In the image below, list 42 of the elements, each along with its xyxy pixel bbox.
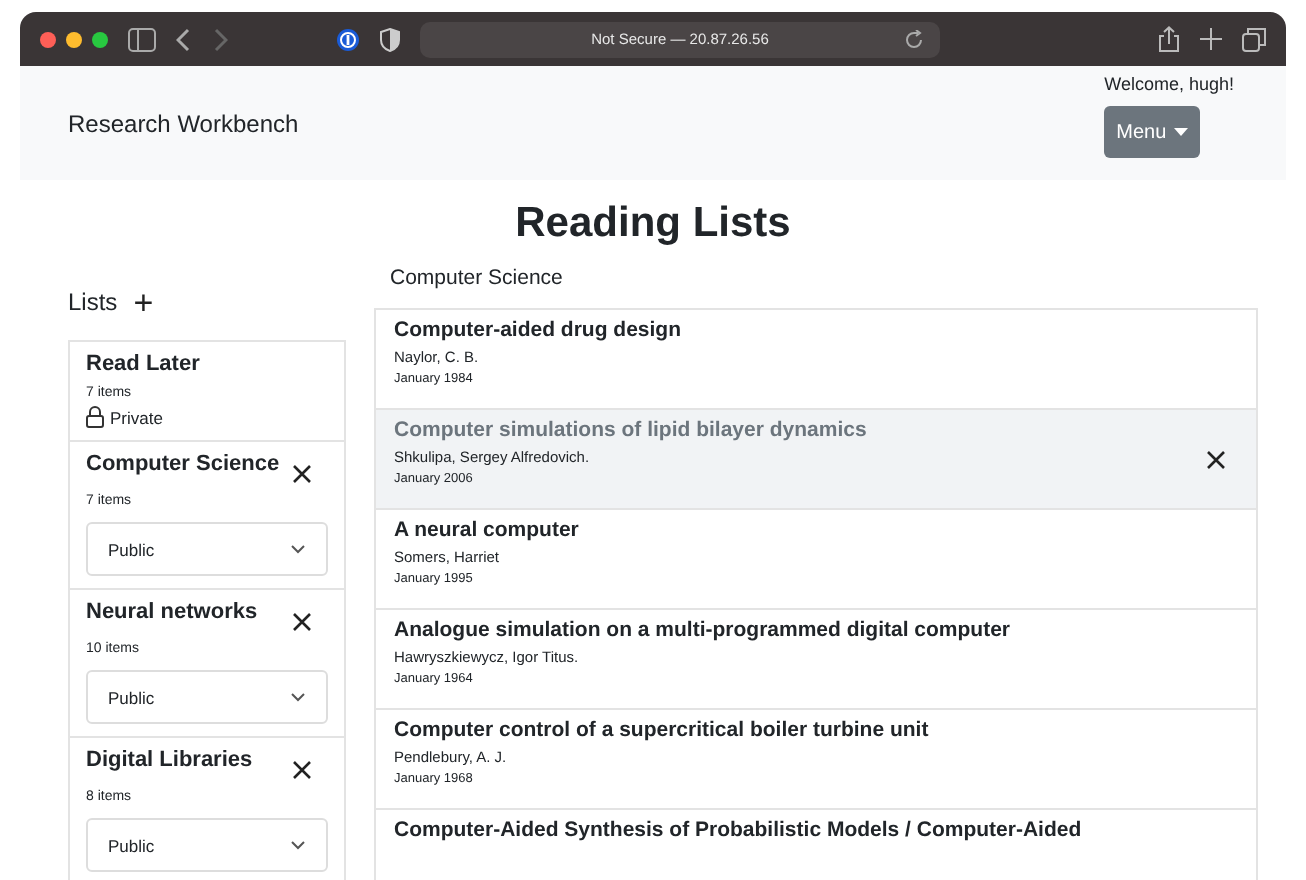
maximize-window-icon[interactable] bbox=[92, 31, 108, 47]
visibility-label: Private bbox=[110, 407, 163, 427]
item-title: Analogue simulation on a multi-programmed digital computer bbox=[394, 618, 1011, 642]
brand-link[interactable]: Research Workbench bbox=[68, 109, 299, 137]
visibility-select[interactable]: Public bbox=[86, 818, 328, 872]
reading-item[interactable]: Computer-Aided Synthesis of Probabilistic Models / Computer-Aided bbox=[376, 810, 1256, 880]
welcome-text: Welcome, hugh! bbox=[1104, 74, 1234, 94]
reload-icon[interactable] bbox=[904, 29, 924, 49]
chevron-down-icon bbox=[290, 840, 306, 850]
item-title: A neural computer bbox=[394, 518, 579, 542]
item-title: Computer-Aided Synthesis of Probabilistic Models / Computer-Aided bbox=[394, 818, 1082, 842]
lists-heading: Lists bbox=[68, 288, 118, 316]
new-tab-icon[interactable] bbox=[1200, 28, 1222, 50]
caret-icon bbox=[1174, 128, 1189, 136]
visibility-select[interactable]: Public bbox=[86, 670, 328, 724]
list-name: Digital Libraries bbox=[86, 748, 253, 772]
close-window-icon[interactable] bbox=[40, 31, 56, 47]
back-icon[interactable] bbox=[176, 27, 192, 51]
visibility-select[interactable]: Public bbox=[86, 522, 328, 576]
list-name: Neural networks bbox=[86, 600, 258, 624]
page-title: Reading Lists bbox=[513, 198, 793, 250]
lock-icon bbox=[86, 406, 104, 428]
close-icon[interactable] bbox=[292, 760, 312, 780]
chevron-down-icon bbox=[290, 692, 306, 702]
list-heading: Computer Science bbox=[388, 264, 565, 294]
minimize-window-icon[interactable] bbox=[66, 31, 82, 47]
list-name: Read Later bbox=[86, 352, 200, 376]
item-title: Computer-aided drug design bbox=[394, 318, 682, 342]
shield-icon[interactable] bbox=[380, 27, 400, 51]
item-title: Computer simulations of lipid bilayer dynamics bbox=[394, 418, 867, 442]
sidebar-toggle-icon[interactable] bbox=[128, 27, 156, 51]
list-name: Computer Science bbox=[86, 452, 280, 476]
chevron-down-icon bbox=[290, 544, 306, 554]
tabs-overview-icon[interactable] bbox=[1242, 27, 1266, 51]
menu-button[interactable]: Menu bbox=[1104, 106, 1201, 158]
share-icon[interactable] bbox=[1158, 26, 1180, 52]
close-icon[interactable] bbox=[292, 612, 312, 632]
close-icon[interactable] bbox=[292, 464, 312, 484]
item-title: Computer control of a supercritical boiler turbine unit bbox=[394, 718, 929, 742]
remove-icon[interactable] bbox=[1206, 449, 1226, 469]
password-manager-icon[interactable] bbox=[336, 27, 360, 51]
add-list-button[interactable]: + bbox=[133, 285, 154, 319]
